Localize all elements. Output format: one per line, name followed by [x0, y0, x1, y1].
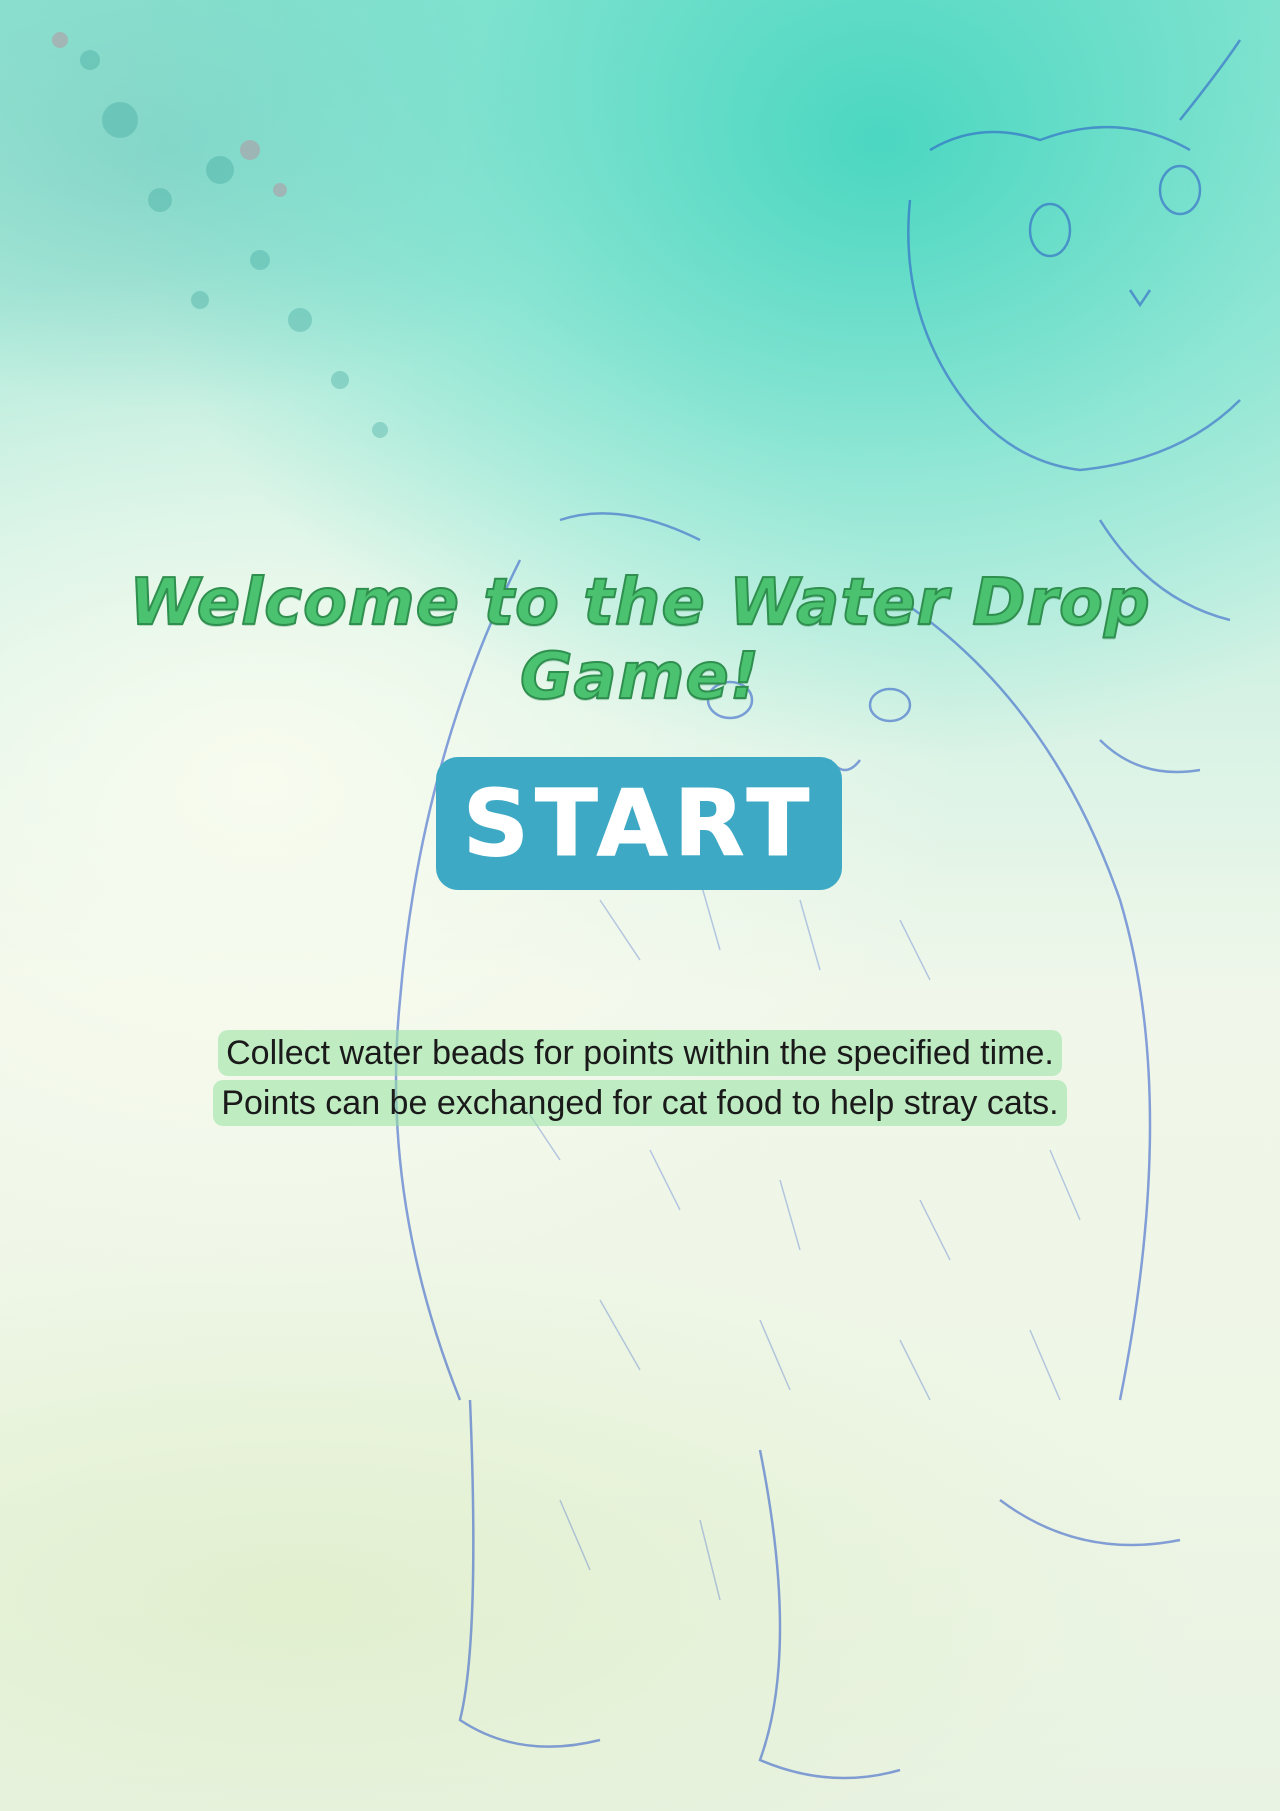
cat-sketch-illustration [52, 32, 1242, 1780]
game-description: Collect water beads for points within th… [0, 1028, 1280, 1128]
description-line: Points can be exchanged for cat food to … [213, 1080, 1067, 1126]
description-line: Collect water beads for points within th… [218, 1030, 1062, 1076]
game-title: Welcome to the Water Drop Game! [128, 565, 1151, 715]
start-button-label: START [462, 770, 816, 878]
start-button[interactable]: START [436, 757, 842, 890]
